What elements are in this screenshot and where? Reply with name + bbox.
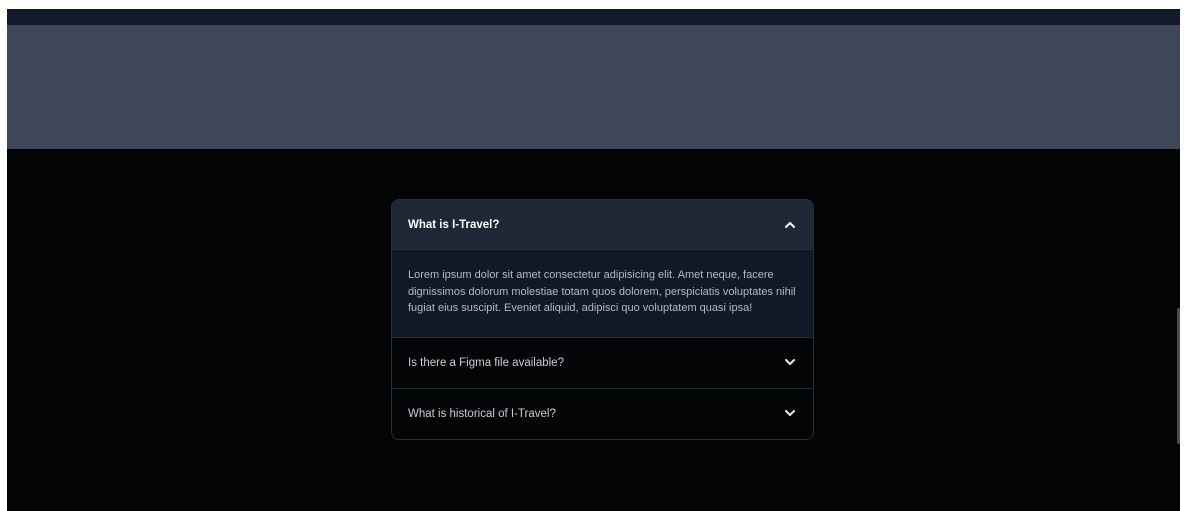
faq-question-text: Is there a Figma file available?: [408, 356, 564, 369]
faq-answer: Lorem ipsum dolor sit amet consectetur a…: [392, 250, 813, 337]
chevron-down-icon[interactable]: [784, 408, 796, 420]
faq-question-button[interactable]: What is historical of I-Travel?: [392, 389, 813, 439]
scrollbar-thumb[interactable]: [1177, 308, 1180, 444]
faq-question-button[interactable]: Is there a Figma file available?: [392, 338, 813, 388]
faq-question-text: What is historical of I-Travel?: [408, 407, 556, 420]
page: What is I-Travel? Lorem ipsum dolor sit …: [7, 9, 1180, 511]
faq-question-button[interactable]: What is I-Travel?: [392, 200, 813, 250]
top-strip: [7, 9, 1180, 25]
faq-item-figma-file: Is there a Figma file available?: [392, 336, 813, 388]
faq-item-historical: What is historical of I-Travel?: [392, 387, 813, 439]
faq-question-text: What is I-Travel?: [408, 218, 500, 231]
faq-accordion: What is I-Travel? Lorem ipsum dolor sit …: [391, 199, 814, 440]
faq-item-what-is-i-travel: What is I-Travel? Lorem ipsum dolor sit …: [392, 200, 813, 337]
chevron-down-icon[interactable]: [784, 357, 796, 369]
chevron-up-icon[interactable]: [784, 219, 796, 231]
hero-banner: [7, 25, 1180, 149]
